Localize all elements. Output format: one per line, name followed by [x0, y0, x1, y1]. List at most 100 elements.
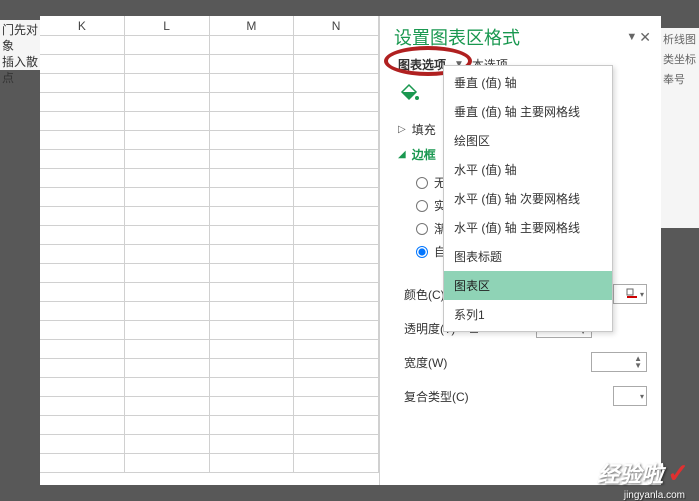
cell[interactable] [125, 340, 210, 358]
cell[interactable] [294, 188, 379, 206]
cell[interactable] [40, 302, 125, 320]
table-row[interactable] [40, 302, 379, 321]
table-row[interactable] [40, 321, 379, 340]
cell[interactable] [294, 150, 379, 168]
color-picker-button[interactable]: ▾ [613, 284, 647, 304]
cell[interactable] [40, 74, 125, 92]
cell[interactable] [294, 112, 379, 130]
table-row[interactable] [40, 435, 379, 454]
dropdown-item[interactable]: 系列1 [444, 300, 612, 329]
cell[interactable] [210, 55, 295, 73]
fill-line-tab-icon[interactable] [396, 81, 422, 107]
cell[interactable] [294, 397, 379, 415]
table-row[interactable] [40, 378, 379, 397]
cell[interactable] [294, 416, 379, 434]
cell[interactable] [210, 188, 295, 206]
col-header-m[interactable]: M [210, 16, 295, 35]
table-row[interactable] [40, 359, 379, 378]
cell[interactable] [125, 131, 210, 149]
table-row[interactable] [40, 131, 379, 150]
cell[interactable] [40, 321, 125, 339]
cell[interactable] [125, 378, 210, 396]
cell[interactable] [294, 169, 379, 187]
cell[interactable] [125, 283, 210, 301]
cell[interactable] [210, 283, 295, 301]
table-row[interactable] [40, 397, 379, 416]
table-row[interactable] [40, 36, 379, 55]
cell[interactable] [210, 169, 295, 187]
cell[interactable] [40, 36, 125, 54]
cell[interactable] [210, 131, 295, 149]
cell[interactable] [125, 55, 210, 73]
cell[interactable] [294, 207, 379, 225]
cell[interactable] [40, 131, 125, 149]
cell[interactable] [294, 359, 379, 377]
table-row[interactable] [40, 416, 379, 435]
dropdown-item[interactable]: 水平 (值) 轴 次要网格线 [444, 184, 612, 213]
table-row[interactable] [40, 169, 379, 188]
dropdown-item[interactable]: 绘图区 [444, 126, 612, 155]
table-row[interactable] [40, 55, 379, 74]
cell[interactable] [125, 112, 210, 130]
table-row[interactable] [40, 283, 379, 302]
cell[interactable] [210, 378, 295, 396]
cell[interactable] [40, 169, 125, 187]
cell[interactable] [294, 226, 379, 244]
cell[interactable] [210, 397, 295, 415]
cell[interactable] [40, 55, 125, 73]
cell[interactable] [294, 302, 379, 320]
cell[interactable] [125, 302, 210, 320]
cell[interactable] [125, 264, 210, 282]
dropdown-item[interactable]: 图表区 [444, 271, 612, 300]
cell[interactable] [125, 150, 210, 168]
compound-type-picker[interactable]: ▾ [613, 386, 647, 406]
cell[interactable] [294, 340, 379, 358]
col-header-l[interactable]: L [125, 16, 210, 35]
cell[interactable] [125, 359, 210, 377]
cell[interactable] [294, 321, 379, 339]
col-header-k[interactable]: K [40, 16, 125, 35]
cell[interactable] [210, 74, 295, 92]
cell[interactable] [125, 245, 210, 263]
cell[interactable] [210, 302, 295, 320]
cell[interactable] [210, 416, 295, 434]
col-header-n[interactable]: N [294, 16, 379, 35]
cell[interactable] [40, 416, 125, 434]
dropdown-item[interactable]: 垂直 (值) 轴 主要网格线 [444, 97, 612, 126]
cell[interactable] [125, 435, 210, 453]
cell[interactable] [125, 416, 210, 434]
dropdown-item[interactable]: 水平 (值) 轴 [444, 155, 612, 184]
cell[interactable] [125, 169, 210, 187]
cell[interactable] [125, 397, 210, 415]
cell[interactable] [210, 359, 295, 377]
radio-solid-line-input[interactable] [416, 200, 428, 212]
dropdown-item[interactable]: 水平 (值) 轴 主要网格线 [444, 213, 612, 242]
radio-automatic-input[interactable] [416, 246, 428, 258]
cell[interactable] [294, 93, 379, 111]
cell[interactable] [125, 36, 210, 54]
dropdown-item[interactable]: 图表标题 [444, 242, 612, 271]
cell[interactable] [40, 264, 125, 282]
cell[interactable] [40, 435, 125, 453]
cell[interactable] [40, 150, 125, 168]
cell[interactable] [210, 245, 295, 263]
cell[interactable] [294, 36, 379, 54]
cell[interactable] [294, 378, 379, 396]
table-row[interactable] [40, 207, 379, 226]
cell[interactable] [125, 188, 210, 206]
cell[interactable] [40, 245, 125, 263]
table-row[interactable] [40, 340, 379, 359]
cell[interactable] [125, 74, 210, 92]
cell[interactable] [294, 454, 379, 472]
cell[interactable] [40, 378, 125, 396]
cell[interactable] [210, 264, 295, 282]
radio-gradient-line-input[interactable] [416, 223, 428, 235]
cell[interactable] [294, 131, 379, 149]
cell[interactable] [40, 283, 125, 301]
cell[interactable] [125, 207, 210, 225]
cell[interactable] [294, 435, 379, 453]
table-row[interactable] [40, 188, 379, 207]
cell[interactable] [294, 264, 379, 282]
cell[interactable] [40, 359, 125, 377]
radio-no-line-input[interactable] [416, 177, 428, 189]
